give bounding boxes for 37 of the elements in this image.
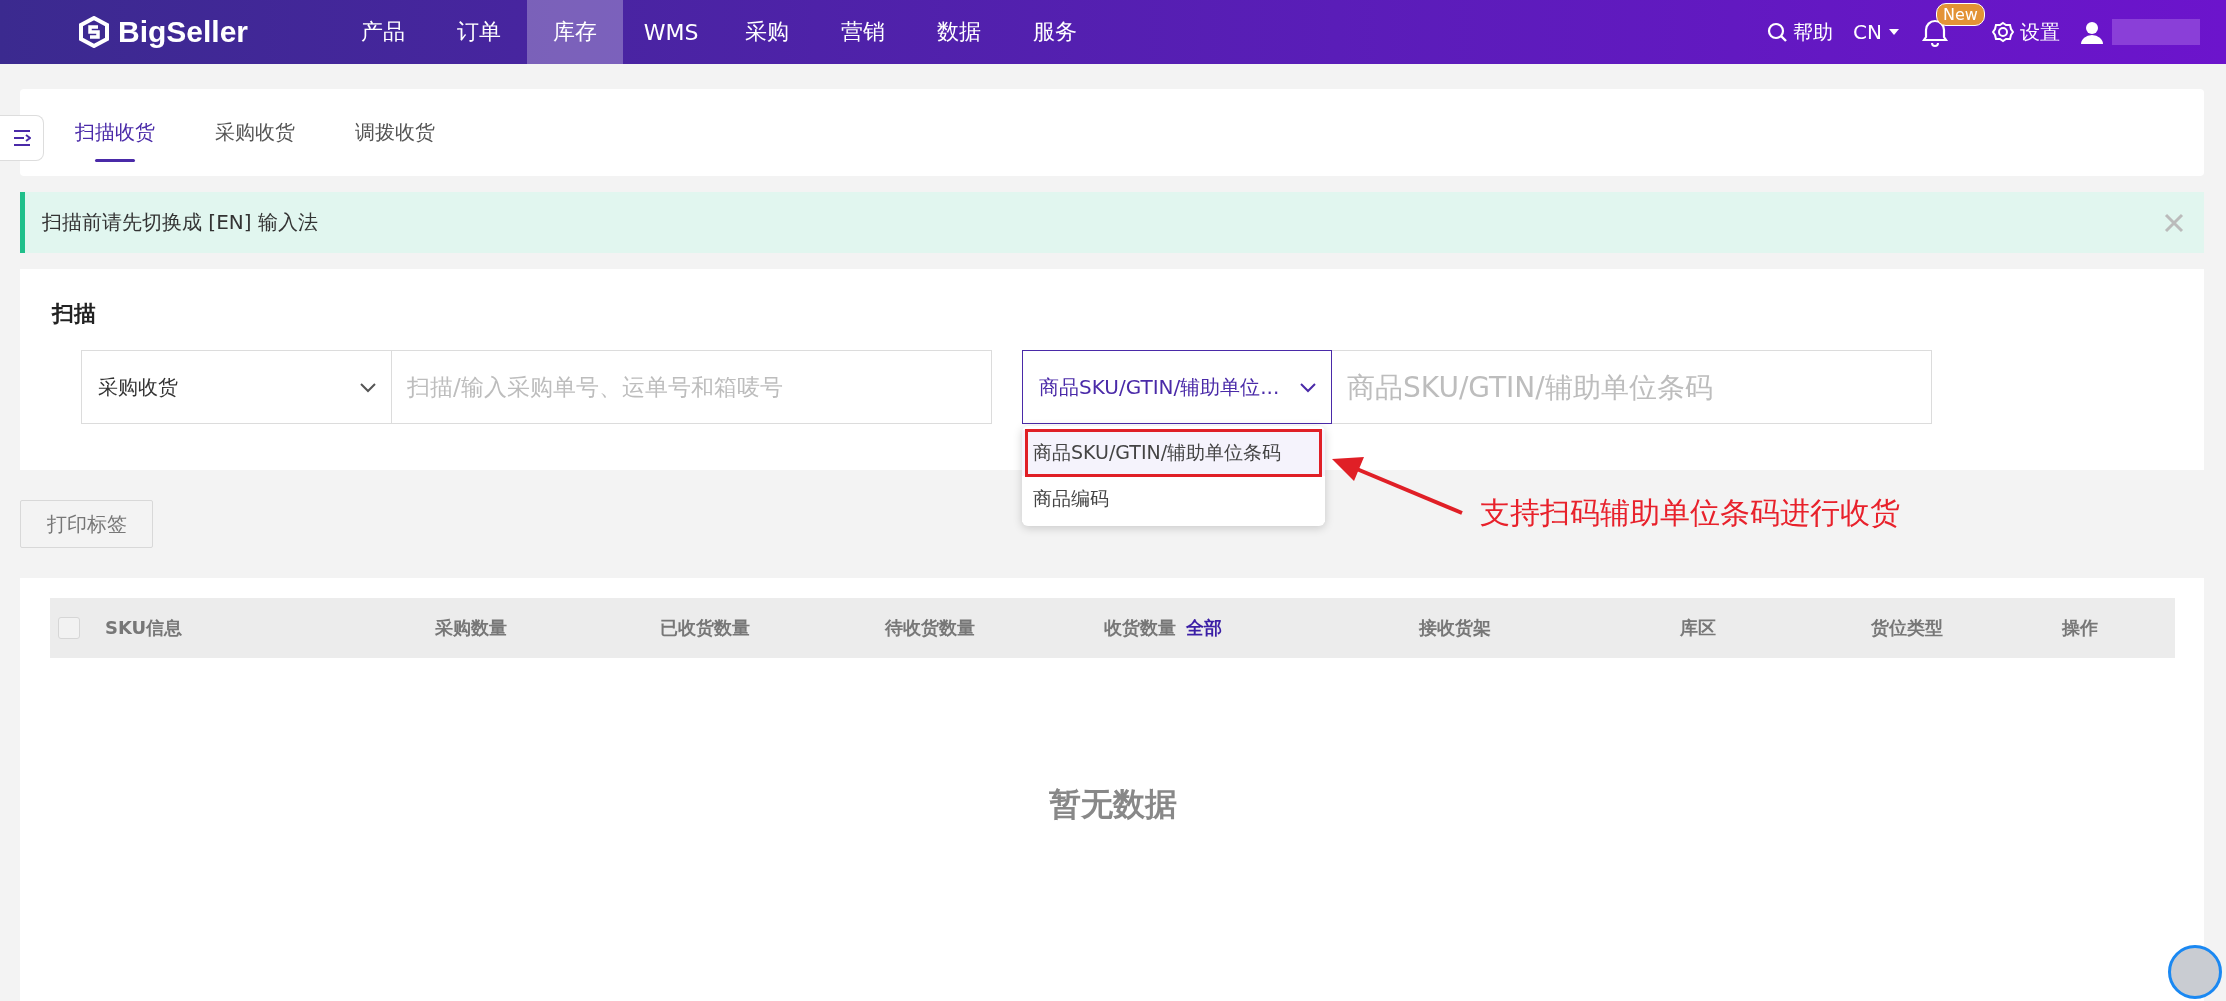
tab[interactable]: 扫描收货 <box>75 89 155 176</box>
nav-item[interactable]: WMS <box>623 0 719 64</box>
nav-item[interactable]: 订单 <box>431 0 527 64</box>
help-link[interactable]: 帮助 <box>1767 18 1834 46</box>
print-label-button[interactable]: 打印标签 <box>20 500 153 548</box>
column-header: SKU信息 <box>105 616 183 640</box>
mode-select[interactable]: 采购收货 <box>81 350 392 424</box>
nav-item[interactable]: 库存 <box>527 0 623 64</box>
nav-item[interactable]: 产品 <box>335 0 431 64</box>
nav-item[interactable]: 采购 <box>719 0 815 64</box>
column-header: 待收货数量 <box>885 616 975 640</box>
type-select[interactable]: 商品SKU/GTIN/辅助单位... <box>1022 350 1332 424</box>
column-header: 操作 <box>2062 616 2098 640</box>
nav-item[interactable]: 营销 <box>815 0 911 64</box>
tab[interactable]: 采购收货 <box>215 89 295 176</box>
tab[interactable]: 调拨收货 <box>355 89 435 176</box>
column-header: 已收货数量 <box>660 616 750 640</box>
logo-text: BigSeller <box>118 15 249 49</box>
code-input[interactable]: 商品SKU/GTIN/辅助单位条码 <box>1332 350 1932 424</box>
settings-link[interactable]: 设置 <box>1992 18 2060 46</box>
dropdown-option[interactable]: 商品编码 <box>1022 476 1325 522</box>
alert-text: 扫描前请先切换成 [EN] 输入法 <box>42 209 318 236</box>
column-header: 接收货架 <box>1419 616 1491 640</box>
dropdown-option[interactable]: 商品SKU/GTIN/辅助单位条码 <box>1022 430 1325 476</box>
column-header: 采购数量 <box>435 616 507 640</box>
new-badge: New <box>1936 3 1985 26</box>
language-selector[interactable]: CN <box>1853 20 1900 44</box>
nav-item[interactable]: 数据 <box>911 0 1007 64</box>
column-header: 货位类型 <box>1871 616 1943 640</box>
column-header: 收货数量 <box>1104 616 1176 640</box>
column-header: 库区 <box>1680 616 1716 640</box>
section-title: 扫描 <box>52 300 96 328</box>
empty-state-text: 暂无数据 <box>1047 784 1178 825</box>
nav-item[interactable]: 服务 <box>1007 0 1103 64</box>
order-input[interactable]: 扫描/输入采购单号、运单号和箱唛号 <box>392 350 992 424</box>
annotation-text: 支持扫码辅助单位条码进行收货 <box>1480 494 1900 532</box>
select-all-link[interactable]: 全部 <box>1186 616 1222 640</box>
